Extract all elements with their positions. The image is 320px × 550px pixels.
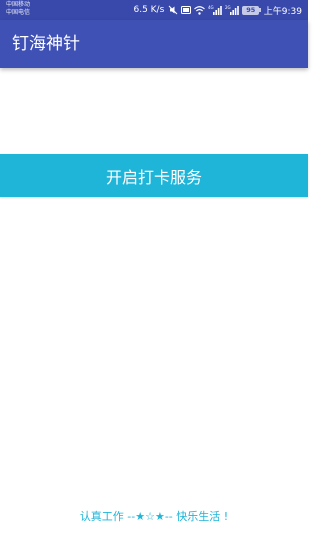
carrier-1: 中国移动: [6, 1, 31, 8]
hd-icon: [181, 6, 192, 14]
carrier-info: 中国移动 中国电信: [6, 1, 30, 17]
app-bar: 钉海神针: [0, 20, 308, 68]
clock: 上午9:39: [263, 6, 302, 17]
carrier-2: 中国电信: [6, 9, 31, 16]
signal-4g-icon: 4G: [208, 5, 223, 15]
mute-icon: [168, 5, 178, 15]
footer-slogan: 认真工作 --★☆★-- 快乐生活 !: [79, 510, 229, 523]
battery-icon: 95: [242, 5, 261, 15]
status-bar: 中国移动 中国电信 6.5 K/s 4G 2G 95 上午9:39: [0, 0, 308, 20]
network-label-2: 2G: [225, 5, 231, 10]
network-label-1: 4G: [208, 5, 214, 10]
battery-level: 95: [242, 5, 260, 15]
net-speed: 6.5 K/s: [133, 5, 165, 15]
status-icons: 6.5 K/s 4G 2G 95 上午9:39: [133, 3, 302, 17]
app-title: 钉海神针: [12, 34, 80, 54]
wifi-icon: [194, 5, 206, 15]
signal-2g-icon: 2G: [225, 5, 240, 15]
start-punch-service-button[interactable]: 开启打卡服务: [0, 154, 308, 197]
